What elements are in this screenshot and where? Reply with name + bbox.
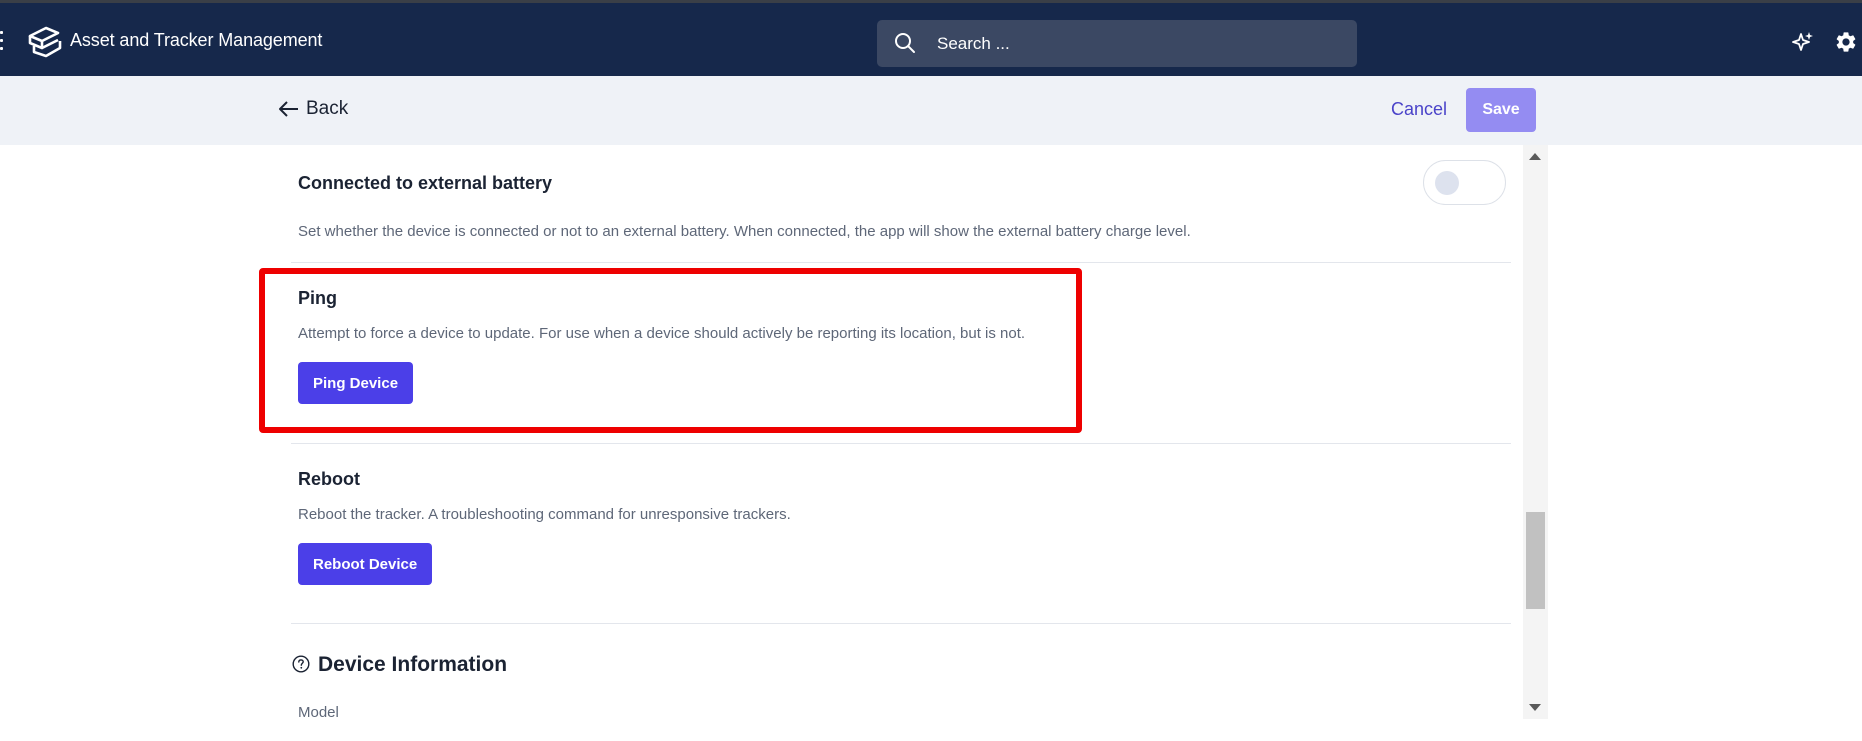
menu-icon[interactable]: [0, 31, 4, 53]
back-label: Back: [306, 98, 349, 119]
scrollbar-thumb[interactable]: [1526, 512, 1545, 609]
reboot-device-button[interactable]: Reboot Device: [298, 543, 433, 585]
highlight-annotation-box: [259, 268, 1082, 433]
section-divider: [291, 623, 1511, 624]
action-bar: Back Cancel Save: [0, 76, 1862, 145]
app-title[interactable]: Asset and Tracker Management: [70, 30, 322, 51]
toggle-knob: [1435, 171, 1459, 195]
help-circle-icon[interactable]: [292, 655, 310, 673]
app-logo-icon[interactable]: [26, 24, 62, 58]
scroll-down-arrow-icon[interactable]: [1529, 704, 1541, 711]
back-button[interactable]: Back: [278, 98, 348, 120]
search-input[interactable]: [935, 20, 1335, 67]
external-battery-title: Connected to external battery: [298, 173, 553, 193]
external-battery-description: Set whether the device is connected or n…: [298, 223, 1191, 240]
scroll-up-arrow-icon[interactable]: [1529, 153, 1541, 160]
save-button[interactable]: Save: [1466, 88, 1536, 132]
ping-device-button[interactable]: Ping Device: [298, 362, 414, 404]
external-battery-toggle[interactable]: [1423, 160, 1506, 205]
gear-icon[interactable]: [1834, 30, 1858, 54]
cancel-button[interactable]: Cancel: [1391, 99, 1447, 120]
search-icon: [895, 33, 915, 53]
section-divider: [291, 262, 1511, 263]
device-settings-content: Connected to external battery Set whethe…: [0, 145, 1862, 741]
ping-description: Attempt to force a device to update. For…: [298, 325, 1026, 342]
reboot-description: Reboot the tracker. A troubleshooting co…: [298, 506, 791, 523]
model-field-label: Model: [298, 704, 339, 721]
section-divider: [291, 443, 1511, 444]
arrow-left-icon: [279, 101, 298, 117]
device-information-title: Device Information: [318, 653, 508, 676]
reboot-title: Reboot: [298, 469, 360, 489]
search-box[interactable]: [877, 20, 1357, 67]
top-navigation-bar: Asset and Tracker Management: [0, 0, 1862, 76]
sparkle-icon[interactable]: [1792, 31, 1814, 53]
ping-title: Ping: [298, 288, 337, 308]
scrollbar[interactable]: [1523, 145, 1548, 719]
